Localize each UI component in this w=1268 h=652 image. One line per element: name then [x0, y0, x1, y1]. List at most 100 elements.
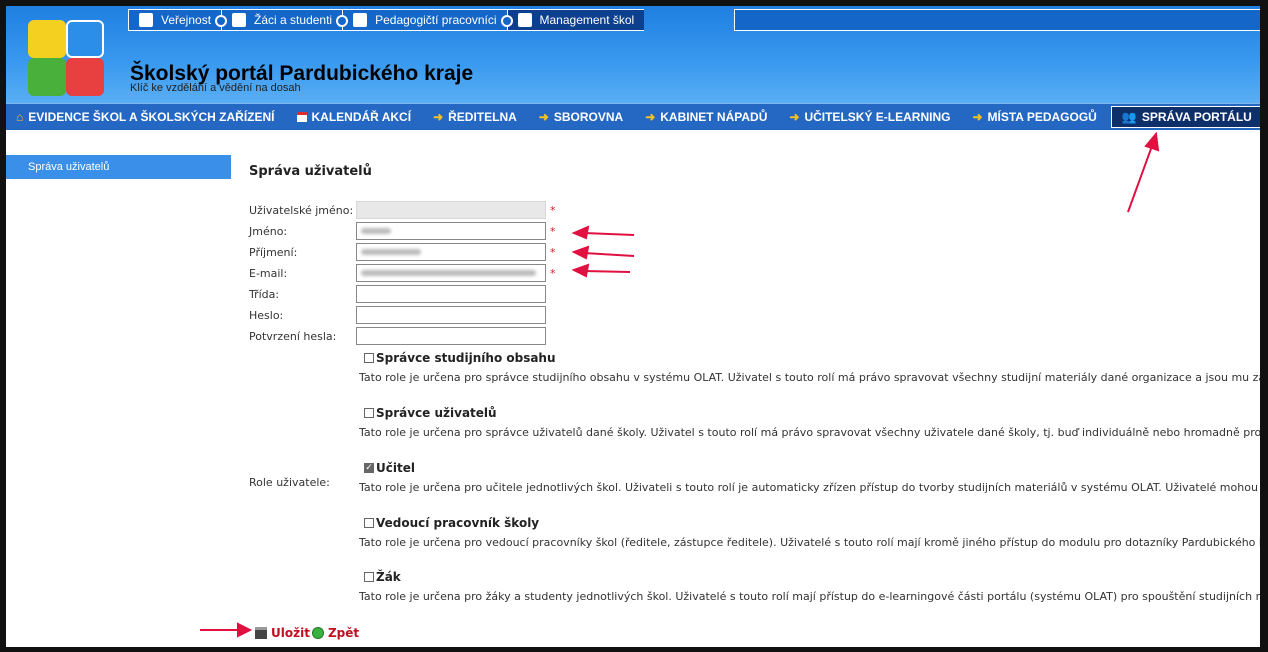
role-user-admin: Správce uživatelů Tato role je určena pr…: [359, 406, 1268, 439]
role-title: Správce uživatelů: [376, 406, 497, 420]
role-content-admin: Správce studijního obsahu Tato role je u…: [359, 351, 1268, 384]
role-title: Vedoucí pracovník školy: [376, 516, 540, 530]
save-button[interactable]: Uložit: [271, 626, 310, 640]
role-checkbox[interactable]: [364, 353, 374, 363]
audience-nav: Veřejnost Žáci a studenti Pedagogičtí pr…: [128, 9, 645, 31]
required-mark: *: [550, 224, 556, 238]
sidebar-item-users[interactable]: Správa uživatelů: [6, 155, 231, 179]
back-button[interactable]: Zpět: [328, 626, 359, 640]
arrow-firstname-head: [571, 225, 590, 240]
users-icon: 👥: [1121, 110, 1137, 124]
audience-tab-label: Pedagogičtí pracovníci: [375, 13, 497, 27]
logo-puzzle-yellow: [28, 20, 66, 58]
role-title: Žák: [376, 570, 401, 584]
menu-item-label: KALENDÁŘ AKCÍ: [311, 110, 412, 124]
role-description: Tato role je určena pro správce studijní…: [359, 371, 1268, 384]
menu-item-evidence[interactable]: ⌂ EVIDENCE ŠKOL A ŠKOLSKÝCH ZAŘÍZENÍ: [6, 104, 287, 130]
site-subtitle: Klíč ke vzdělání a vědění na dosah: [130, 82, 301, 94]
username-row: Uživatelské jméno: *: [249, 200, 556, 220]
audience-nav-filler: [734, 9, 1260, 31]
arrow-firstname-line: [583, 232, 635, 236]
audience-tab-students[interactable]: Žáci a studenti: [221, 9, 349, 31]
form-actions: Uložit Zpět: [255, 626, 359, 640]
username-field: [356, 201, 546, 219]
role-checkbox[interactable]: [364, 408, 374, 418]
audience-tab-label: Veřejnost: [161, 13, 212, 27]
role-school-manager: Vedoucí pracovník školy Tato role je urč…: [359, 516, 1260, 549]
class-row: Třída:: [249, 284, 546, 304]
role-student: Žák Tato role je určena pro žáky a stude…: [359, 570, 1268, 603]
back-icon: [311, 627, 324, 639]
arrow-right-icon: ➜: [433, 110, 444, 124]
required-mark: *: [550, 266, 556, 280]
role-teacher: ✓ Učitel Tato role je určena pro učitele …: [359, 461, 1268, 494]
role-checkbox[interactable]: [364, 572, 374, 582]
menu-item-elearning[interactable]: ➜ UČITELSKÝ E-LEARNING: [779, 104, 962, 130]
audience-tab-public[interactable]: Veřejnost: [128, 9, 228, 31]
password-confirm-label: Potvrzení hesla:: [249, 329, 337, 343]
password-confirm-input[interactable]: [356, 327, 546, 345]
site-header: Veřejnost Žáci a studenti Pedagogičtí pr…: [6, 6, 1260, 103]
menu-item-label: EVIDENCE ŠKOL A ŠKOLSKÝCH ZAŘÍZENÍ: [28, 110, 275, 124]
email-label: E-mail:: [249, 266, 288, 280]
arrow-sprava-line: [1127, 145, 1153, 213]
screenshot-frame: Veřejnost Žáci a studenti Pedagogičtí pr…: [0, 0, 1268, 652]
management-icon: [517, 13, 532, 27]
arrow-email-head: [571, 263, 590, 278]
menu-item-calendar[interactable]: KALENDÁŘ AKCÍ: [287, 104, 424, 130]
menu-item-label: MÍSTA PEDAGOGŮ: [987, 110, 1097, 124]
role-description: Tato role je určena pro žáky a studenty …: [359, 590, 1268, 603]
arrow-save-head: [237, 622, 253, 638]
menu-item-reditelna[interactable]: ➜ ŘEDITELNA: [423, 104, 529, 130]
logo-puzzle-blue: [66, 20, 104, 58]
portal-logo[interactable]: [28, 20, 106, 98]
role-description: Tato role je určena pro učitele jednotli…: [359, 481, 1268, 494]
required-mark: *: [550, 245, 556, 259]
calendar-icon: [296, 112, 307, 122]
arrow-right-icon: ➜: [972, 110, 983, 124]
email-row: E-mail: *: [249, 263, 556, 283]
firstname-input[interactable]: [356, 222, 546, 240]
puzzle-connector-icon: [215, 15, 228, 27]
class-input[interactable]: [356, 285, 546, 303]
students-icon: [232, 13, 247, 27]
arrow-right-icon: ➜: [645, 110, 656, 124]
teacher-icon: [353, 13, 368, 27]
role-checkbox-checked[interactable]: ✓: [364, 463, 374, 473]
email-input[interactable]: [356, 264, 546, 282]
menu-item-label: KABINET NÁPADŮ: [660, 110, 768, 124]
menu-item-kabinet[interactable]: ➜ KABINET NÁPADŮ: [635, 104, 779, 130]
menu-item-sborovna[interactable]: ➜ SBOROVNA: [529, 104, 635, 130]
puzzle-connector-icon: [500, 15, 513, 27]
save-icon: [255, 627, 267, 639]
arrow-lastname-head: [571, 245, 590, 260]
menu-item-sprava-portalu[interactable]: 👥 SPRÁVA PORTÁLU: [1110, 106, 1260, 128]
arrow-right-icon: ➜: [538, 110, 549, 124]
audience-tab-teachers[interactable]: Pedagogičtí pracovníci: [342, 9, 513, 31]
role-description: Tato role je určena pro správce uživatel…: [359, 426, 1268, 439]
firstname-row: Jméno: *: [249, 221, 556, 241]
menu-item-label: SBOROVNA: [553, 110, 624, 124]
role-checkbox[interactable]: [364, 518, 374, 528]
sidebar-item-label: Správa uživatelů: [28, 161, 110, 173]
main-menu: ⌂ EVIDENCE ŠKOL A ŠKOLSKÝCH ZAŘÍZENÍ KALE…: [6, 103, 1260, 130]
role-title: Učitel: [376, 461, 415, 475]
puzzle-connector-icon: [336, 15, 349, 27]
audience-tab-management[interactable]: Management škol: [506, 9, 645, 31]
public-people-icon: [139, 13, 153, 27]
password-label: Heslo:: [249, 308, 284, 322]
logo-puzzle-green: [28, 58, 66, 96]
required-mark: *: [550, 203, 556, 217]
password-input[interactable]: [356, 306, 546, 324]
lastname-row: Příjmení: *: [249, 242, 556, 262]
arrow-lastname-line: [583, 252, 635, 257]
lastname-input[interactable]: [356, 243, 546, 261]
role-title: Správce studijního obsahu: [376, 351, 556, 365]
arrow-email-line: [583, 270, 631, 273]
roles-label: Role uživatele:: [249, 476, 330, 489]
firstname-label: Jméno:: [249, 224, 288, 238]
menu-item-label: UČITELSKÝ E-LEARNING: [804, 110, 951, 124]
username-label: Uživatelské jméno:: [249, 203, 354, 217]
page-title: Správa uživatelů: [249, 164, 372, 179]
menu-item-mista[interactable]: ➜ MÍSTA PEDAGOGŮ: [962, 104, 1108, 130]
